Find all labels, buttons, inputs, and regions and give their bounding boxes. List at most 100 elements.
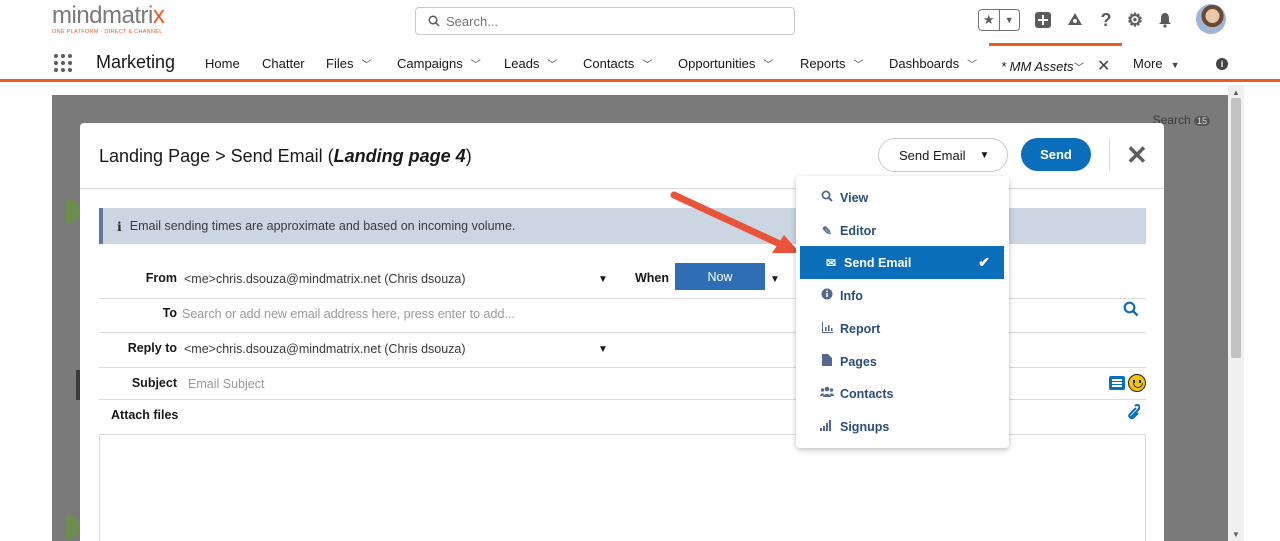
info-icon[interactable]: i — [1216, 58, 1228, 70]
nav-item-files[interactable]: Files ﹀ — [326, 56, 371, 71]
to-label: To — [162, 306, 177, 320]
from-label: From — [145, 271, 177, 285]
nav-item-label: Contacts — [583, 56, 635, 71]
global-search-input[interactable]: Search... — [415, 7, 795, 35]
page-icon — [818, 354, 836, 369]
search-icon — [428, 15, 440, 27]
menu-item-view[interactable]: View — [796, 181, 1009, 214]
bell-icon[interactable] — [1155, 10, 1175, 30]
nav-item-label: Home — [205, 56, 240, 71]
annotation-arrow — [670, 191, 800, 253]
add-icon[interactable] — [1033, 10, 1053, 30]
nav-item-label: Campaigns — [397, 56, 463, 71]
nav-item-more[interactable]: More ▼ — [1133, 56, 1180, 71]
chevron-down-icon[interactable]: ▼ — [770, 274, 780, 285]
menu-item-label: Report — [840, 321, 881, 336]
nav-item-contacts[interactable]: Contacts ﹀ — [583, 56, 652, 71]
scroll-up-icon[interactable]: ▲ — [1231, 88, 1241, 97]
app-name: Marketing — [96, 52, 176, 72]
chevron-down-icon[interactable]: ﹀ — [967, 60, 977, 71]
mindmatrix-logo[interactable]: mindmatrix ONE PLATFORM · DIRECT & CHANN… — [52, 4, 172, 36]
chevron-down-icon[interactable]: ▼ — [598, 344, 608, 355]
nav-item-label: Chatter — [262, 56, 305, 71]
nav-item-label: Files — [326, 56, 354, 71]
menu-item-contacts[interactable]: Contacts — [796, 377, 1009, 410]
menu-item-pages[interactable]: Pages — [796, 345, 1009, 378]
check-icon: ✔ — [978, 254, 990, 270]
caret-down-icon[interactable]: ▼ — [1171, 60, 1180, 70]
scrollbar-thumb[interactable] — [1231, 98, 1241, 358]
logo-tagline: ONE PLATFORM · DIRECT & CHANNEL — [52, 29, 163, 35]
chevron-down-icon[interactable]: ﹀ — [854, 60, 864, 71]
reply-to-select[interactable]: <me>chris.dsouza@mindmatrix.net (Chris d… — [184, 342, 466, 356]
to-input[interactable]: Search or add new email address here, pr… — [182, 307, 515, 321]
chevron-down-icon[interactable]: ﹀ — [763, 60, 773, 71]
chevron-down-icon[interactable]: ﹀ — [361, 60, 371, 71]
nav-item-opportunities[interactable]: Opportunities ﹀ — [678, 56, 773, 71]
attach-files-label: Attach files — [111, 408, 179, 422]
chevron-down-icon[interactable]: ﹀ — [1074, 59, 1084, 74]
logo-wordmark: mindmatrix — [52, 2, 165, 29]
chevron-down-icon[interactable]: ﹀ — [642, 60, 652, 71]
tab-mm-assets[interactable]: * MM Assets ﹀ ✕ — [989, 43, 1122, 79]
chevron-down-icon[interactable]: ▼ — [598, 274, 608, 285]
subject-input[interactable]: Email Subject — [188, 377, 264, 391]
close-icon[interactable]: ✕ — [1126, 140, 1148, 171]
nav-item-leads[interactable]: Leads ﹀ — [504, 56, 557, 71]
favorites-button[interactable]: ★ ▼ — [978, 9, 1020, 31]
menu-item-send-email[interactable]: ✉ Send Email ✔ — [800, 246, 1004, 279]
nav-item-label: Opportunities — [678, 56, 756, 71]
chevron-down-icon[interactable]: ﹀ — [547, 60, 557, 71]
menu-item-label: View — [840, 190, 869, 205]
menu-item-info[interactable]: Info — [796, 279, 1009, 312]
template-list-icon[interactable] — [1109, 376, 1125, 390]
info-icon — [818, 288, 836, 303]
when-select[interactable]: Now — [675, 263, 765, 290]
signal-icon — [818, 419, 836, 434]
header-divider — [1109, 139, 1110, 171]
view-mode-dropdown: View ✎ Editor ✉ Send Email ✔ Info Report… — [796, 176, 1009, 448]
nav-item-dashboards[interactable]: Dashboards ﹀ — [889, 56, 977, 71]
info-icon: i — [117, 218, 122, 234]
menu-item-label: Pages — [840, 354, 877, 369]
nav-item-label: Dashboards — [889, 56, 960, 71]
view-mode-select[interactable]: Send Email ▼ — [878, 138, 1008, 172]
modal-title: Landing Page > Send Email (Landing page … — [99, 146, 472, 166]
email-body-editor[interactable] — [99, 434, 1146, 541]
nav-item-label: Reports — [800, 56, 846, 71]
chevron-down-icon[interactable]: ▼ — [998, 10, 1020, 30]
help-icon[interactable]: ? — [1096, 10, 1116, 30]
search-icon[interactable] — [1123, 301, 1139, 322]
from-select[interactable]: <me>chris.dsouza@mindmatrix.net (Chris d… — [184, 272, 466, 286]
search-icon — [818, 190, 836, 205]
send-button[interactable]: Send — [1021, 138, 1091, 171]
close-tab-icon[interactable]: ✕ — [1097, 56, 1110, 76]
paperclip-icon[interactable] — [1124, 403, 1141, 426]
chevron-down-icon[interactable]: ﹀ — [471, 60, 481, 71]
view-mode-value: Send Email — [899, 147, 966, 163]
edit-icon: ✎ — [821, 223, 833, 238]
star-icon[interactable]: ★ — [979, 10, 999, 30]
emoji-icon[interactable] — [1128, 374, 1146, 392]
menu-item-label: Editor — [840, 223, 877, 238]
gear-icon[interactable]: ⚙ — [1125, 10, 1145, 30]
menu-item-report[interactable]: Report — [796, 312, 1009, 345]
search-placeholder: Search... — [446, 13, 499, 29]
menu-item-signups[interactable]: Signups — [796, 410, 1009, 443]
global-header: mindmatrix ONE PLATFORM · DIRECT & CHANN… — [0, 0, 1280, 40]
nav-bar: Marketing Home Chatter Files ﹀ Campaigns ﹀… — [0, 40, 1280, 82]
user-avatar[interactable] — [1196, 4, 1226, 34]
nav-item-label: Leads — [504, 56, 540, 71]
app-launcher-icon[interactable] — [54, 54, 74, 72]
nav-item-label: More — [1133, 56, 1163, 71]
chart-icon — [818, 321, 836, 336]
nav-item-reports[interactable]: Reports ﹀ — [800, 56, 864, 71]
scroll-down-icon[interactable]: ▼ — [1231, 530, 1241, 539]
trailhead-icon[interactable] — [1065, 10, 1085, 30]
nav-item-home[interactable]: Home — [205, 56, 240, 71]
menu-item-editor[interactable]: ✎ Editor — [796, 214, 1009, 247]
tab-label: * MM Assets — [1001, 59, 1074, 74]
menu-item-label: Send Email — [844, 255, 912, 270]
nav-item-campaigns[interactable]: Campaigns ﹀ — [397, 56, 481, 71]
nav-item-chatter[interactable]: Chatter — [262, 56, 305, 71]
